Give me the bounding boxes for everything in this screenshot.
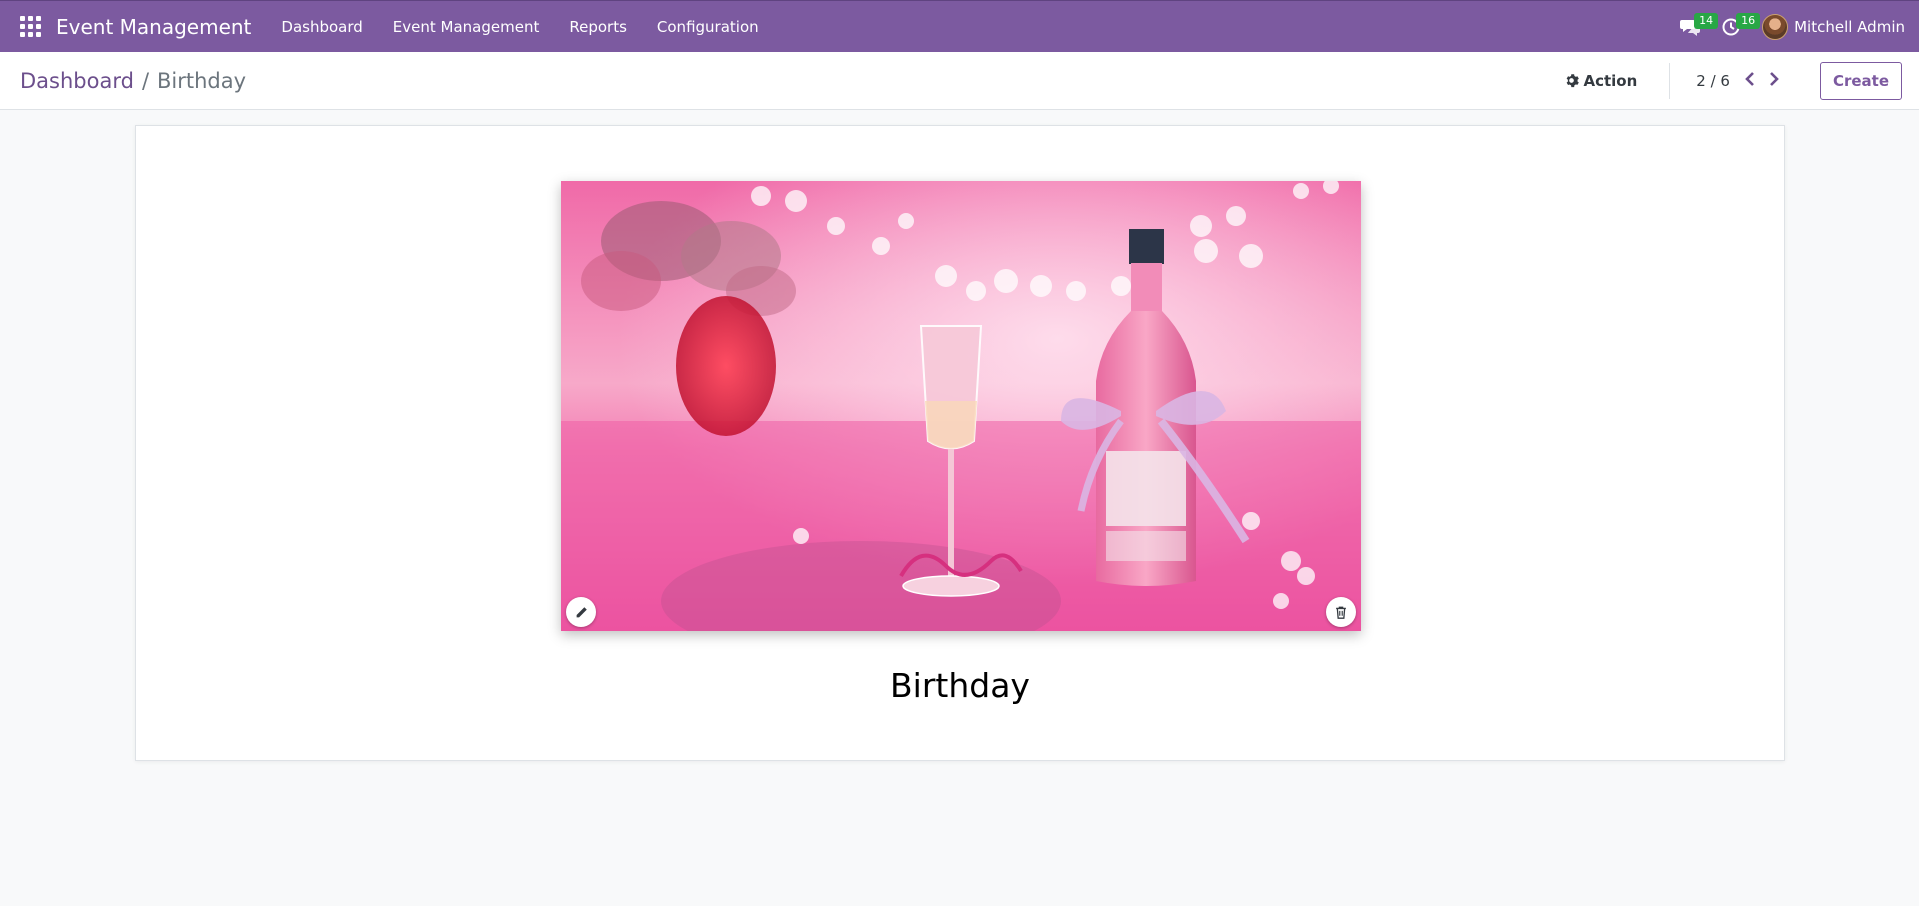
pencil-icon <box>576 606 587 617</box>
form-sheet: Birthday <box>135 125 1785 761</box>
messages-count-badge: 14 <box>1694 13 1719 29</box>
chevron-right-icon <box>1770 71 1779 86</box>
menu-event-management[interactable]: Event Management <box>393 18 540 36</box>
action-menu-button[interactable]: Action <box>1564 72 1637 90</box>
breadcrumb-current: Birthday <box>157 68 247 93</box>
edit-image-button[interactable] <box>566 597 596 627</box>
app-grid-icon[interactable] <box>20 15 42 38</box>
record-title[interactable]: Birthday <box>136 666 1784 705</box>
trash-icon <box>1336 606 1346 619</box>
event-image-picture <box>561 181 1361 631</box>
action-label: Action <box>1583 71 1638 90</box>
event-image[interactable] <box>561 181 1361 631</box>
chevron-left-icon <box>1745 71 1754 86</box>
activities-count-badge: 16 <box>1736 13 1761 29</box>
menu-configuration[interactable]: Configuration <box>657 18 759 36</box>
gear-icon <box>1567 74 1580 88</box>
user-name: Mitchell Admin <box>1794 17 1905 36</box>
breadcrumb-dashboard-link[interactable]: Dashboard <box>20 69 134 93</box>
systray: 14 16 Mitchell Admin <box>1680 1 1905 52</box>
app-brand[interactable]: Event Management <box>56 15 251 39</box>
control-divider <box>1669 62 1671 99</box>
user-menu[interactable]: Mitchell Admin <box>1762 13 1905 40</box>
pager-next-button[interactable] <box>1768 70 1780 92</box>
pager: 2 / 6 <box>1696 70 1792 92</box>
avatar <box>1762 13 1789 40</box>
menu-dashboard[interactable]: Dashboard <box>281 18 362 36</box>
top-navbar: Event Management Dashboard Event Managem… <box>0 0 1919 52</box>
pager-previous-button[interactable] <box>1744 70 1756 92</box>
messages-menu[interactable]: 14 <box>1680 1 1719 52</box>
pager-value[interactable]: 2 / 6 <box>1696 72 1730 90</box>
delete-image-button[interactable] <box>1326 597 1356 627</box>
create-button[interactable]: Create <box>1819 61 1902 100</box>
breadcrumb: Dashboard / Birthday <box>20 69 246 93</box>
breadcrumb-separator: / <box>141 68 150 93</box>
menu-reports[interactable]: Reports <box>569 18 627 36</box>
control-panel-right: Action 2 / 6 Create <box>1564 52 1919 109</box>
control-panel: Dashboard / Birthday Action 2 / 6 Create <box>0 52 1919 110</box>
activities-menu[interactable]: 16 <box>1722 1 1761 52</box>
